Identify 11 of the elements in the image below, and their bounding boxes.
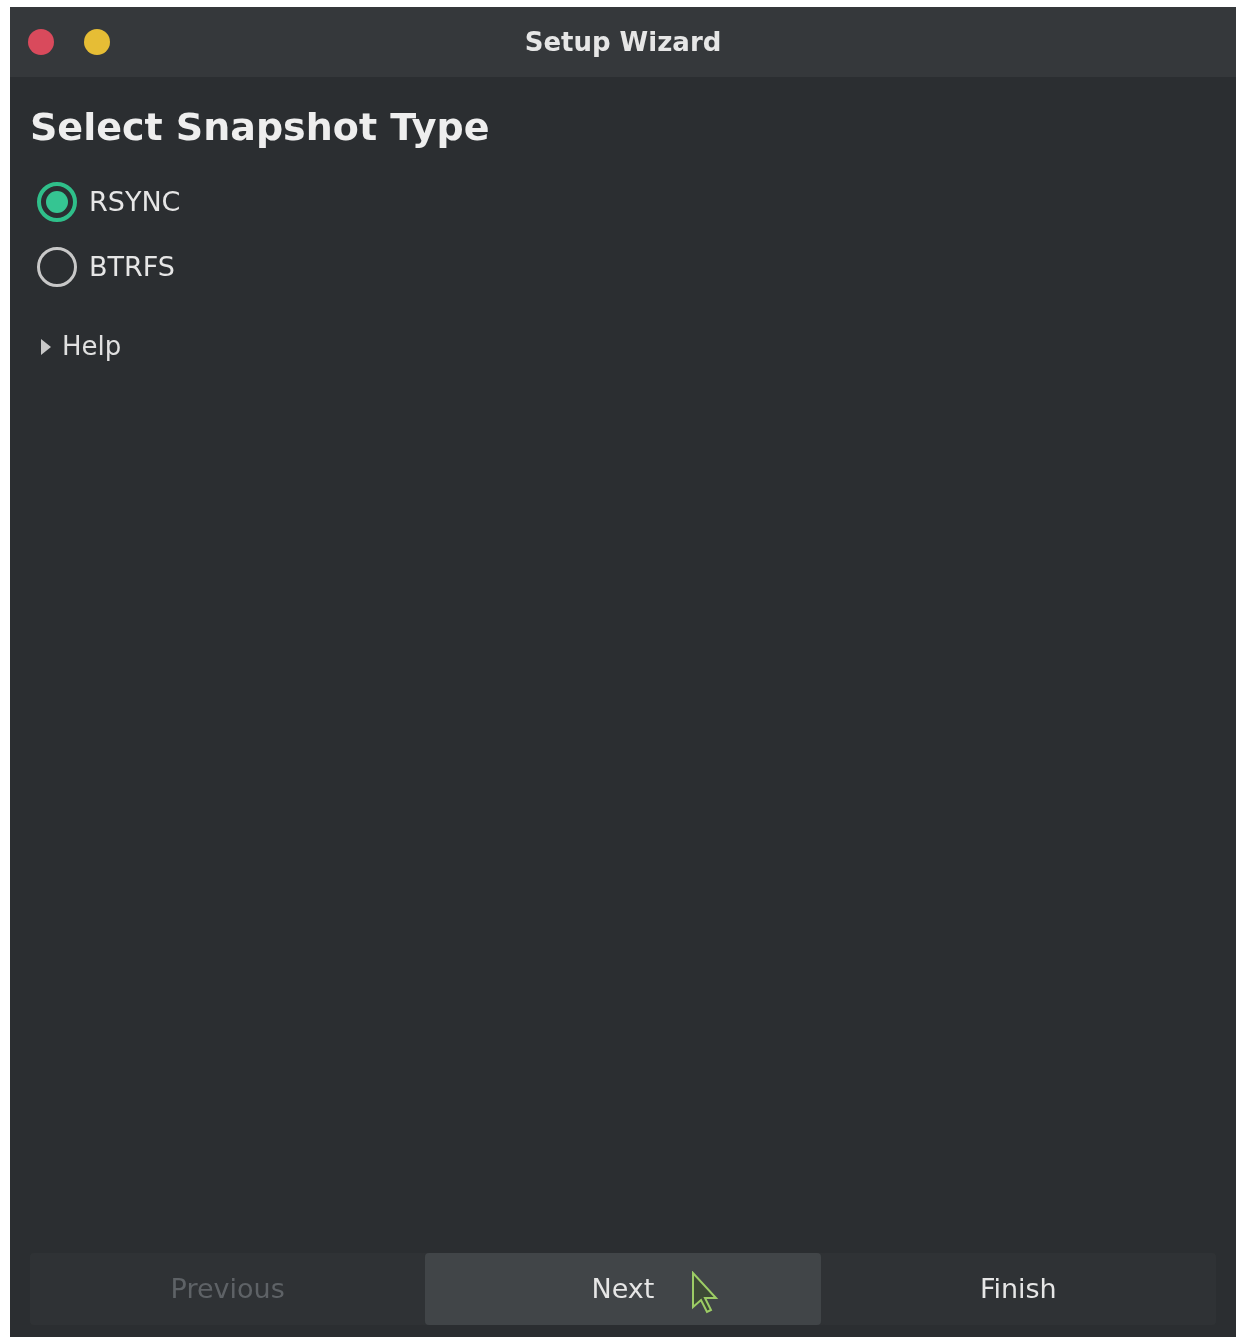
window-control-button[interactable] — [84, 29, 110, 55]
radio-button[interactable] — [37, 182, 77, 223]
help-expander[interactable]: Help — [30, 327, 122, 366]
window-control-button[interactable] — [28, 29, 54, 55]
mouse-pointer-icon — [691, 1271, 720, 1315]
option-label[interactable]: RSYNC — [89, 182, 181, 223]
radio-button[interactable] — [37, 246, 77, 287]
wizard-button[interactable]: Next — [425, 1253, 821, 1325]
window-title: Setup Wizard — [524, 25, 722, 59]
option-label[interactable]: BTRFS — [89, 246, 175, 287]
page-heading: Select Snapshot Type — [30, 104, 490, 151]
